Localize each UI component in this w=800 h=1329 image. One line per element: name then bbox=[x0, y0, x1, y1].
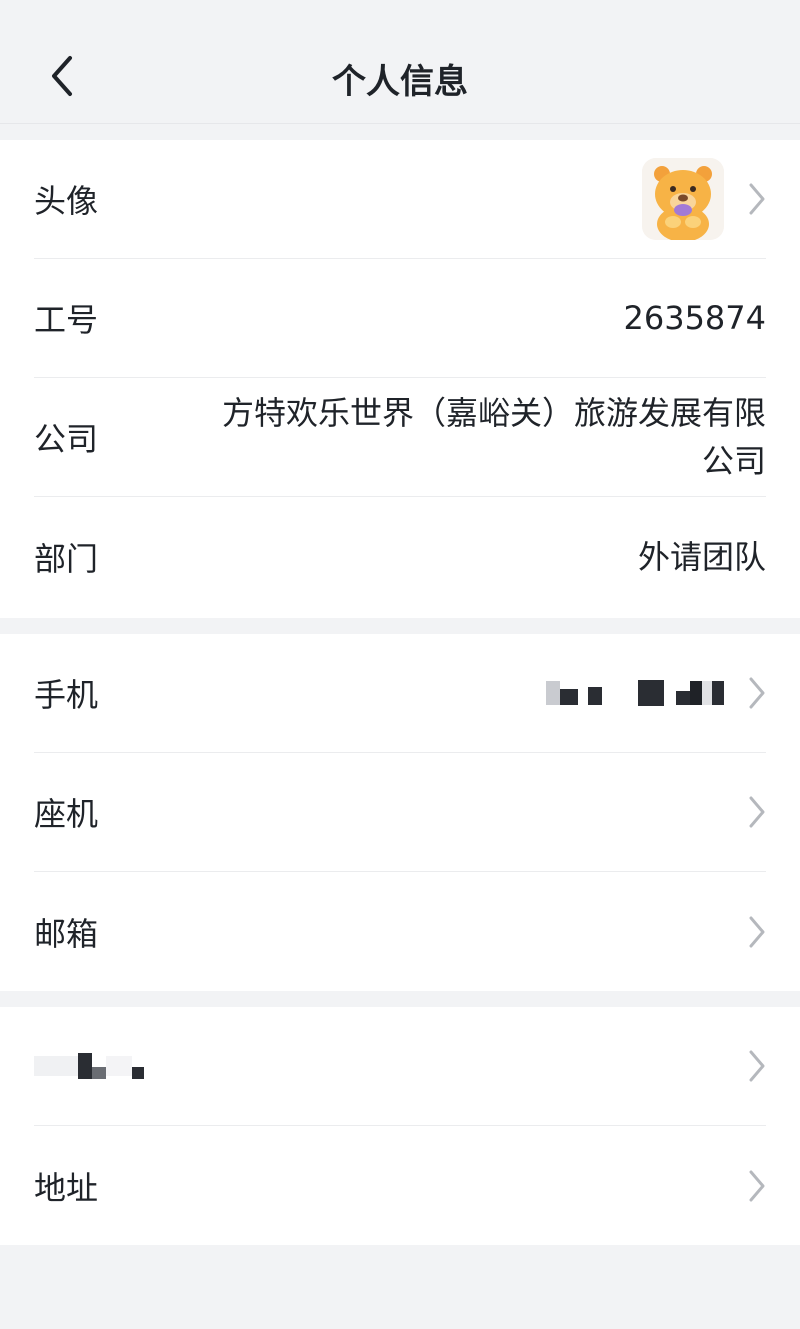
landline-label: 座机 bbox=[34, 795, 99, 833]
page-title: 个人信息 bbox=[332, 62, 468, 102]
landline-row[interactable]: 座机 bbox=[34, 753, 766, 872]
employee-id-row: 工号 2635874 bbox=[34, 259, 766, 378]
avatar-row[interactable]: 头像 bbox=[34, 140, 766, 259]
contact-card: 手机 座机 邮箱 bbox=[0, 634, 800, 991]
chevron-right-icon bbox=[736, 792, 766, 832]
chevron-right-icon bbox=[736, 673, 766, 713]
chevron-right-icon bbox=[736, 1166, 766, 1206]
department-label: 部门 bbox=[34, 539, 99, 578]
chevron-right-icon bbox=[736, 912, 766, 952]
bear-avatar-icon bbox=[642, 158, 724, 240]
email-row[interactable]: 邮箱 bbox=[34, 872, 766, 991]
nav-bar: 个人信息 bbox=[0, 0, 800, 124]
chevron-right-icon bbox=[736, 1046, 766, 1086]
mobile-label: 手机 bbox=[34, 676, 99, 714]
masked-label bbox=[34, 1051, 144, 1081]
email-label: 邮箱 bbox=[34, 914, 99, 953]
avatar-label: 头像 bbox=[34, 182, 99, 220]
mobile-value-masked bbox=[546, 678, 724, 708]
company-label: 公司 bbox=[34, 420, 99, 458]
address-row[interactable]: 地址 bbox=[34, 1126, 766, 1245]
avatar[interactable] bbox=[642, 158, 724, 240]
mobile-row[interactable]: 手机 bbox=[34, 634, 766, 753]
company-row: 公司 方特欢乐世界（嘉峪关）旅游发展有限公司 bbox=[34, 378, 766, 497]
bottom-spacer bbox=[0, 1245, 800, 1329]
chevron-right-icon bbox=[736, 179, 766, 219]
address-label: 地址 bbox=[34, 1168, 99, 1207]
employee-id-value: 2635874 bbox=[623, 299, 766, 337]
employee-id-label: 工号 bbox=[34, 301, 99, 339]
department-row: 部门 外请团队 bbox=[34, 497, 766, 616]
department-value: 外请团队 bbox=[637, 537, 766, 576]
profile-card: 头像 工号 2635874 公司 方特欢乐世界（嘉峪关）旅游发展有限公司 部门 … bbox=[0, 140, 800, 618]
masked-info-row[interactable] bbox=[34, 1007, 766, 1126]
company-value: 方特欢乐世界（嘉峪关）旅游发展有限公司 bbox=[221, 394, 766, 480]
other-info-card: 地址 bbox=[0, 1007, 800, 1245]
